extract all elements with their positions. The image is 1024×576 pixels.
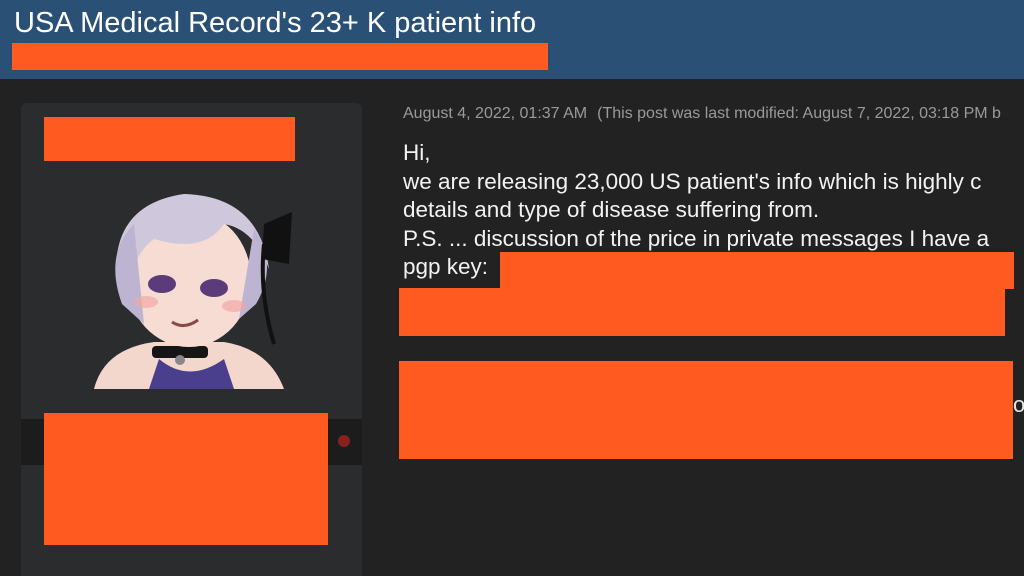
redaction-bar: [44, 117, 295, 161]
post-line: details and type of disease suffering fr…: [403, 197, 820, 222]
post-line: Hi,: [403, 140, 431, 165]
redaction-bar: [12, 43, 548, 70]
redaction-bar: [44, 413, 328, 545]
post-line: we are releasing 23,000 US patient's inf…: [403, 169, 982, 194]
thread-title: USA Medical Record's 23+ K patient info: [14, 7, 537, 39]
redaction-bar: [399, 361, 1013, 459]
user-avatar[interactable]: [84, 184, 294, 389]
post-modified-note: (This post was last modified: August 7, …: [597, 105, 1001, 122]
post-line: pgp key:: [403, 254, 489, 279]
post-date: August 4, 2022, 01:37 AM: [403, 105, 588, 122]
redaction-bar: [500, 252, 1014, 289]
forum-page: USA Medical Record's 23+ K patient info …: [0, 0, 1024, 576]
post-edge-fragment: o: [1013, 392, 1024, 417]
post-line: P.S. ... discussion of the price in priv…: [403, 226, 990, 251]
offline-status-icon: [338, 435, 350, 447]
post-meta: August 4, 2022, 01:37 AM (This post was l…: [403, 103, 1001, 125]
redaction-bar: [399, 288, 1005, 336]
